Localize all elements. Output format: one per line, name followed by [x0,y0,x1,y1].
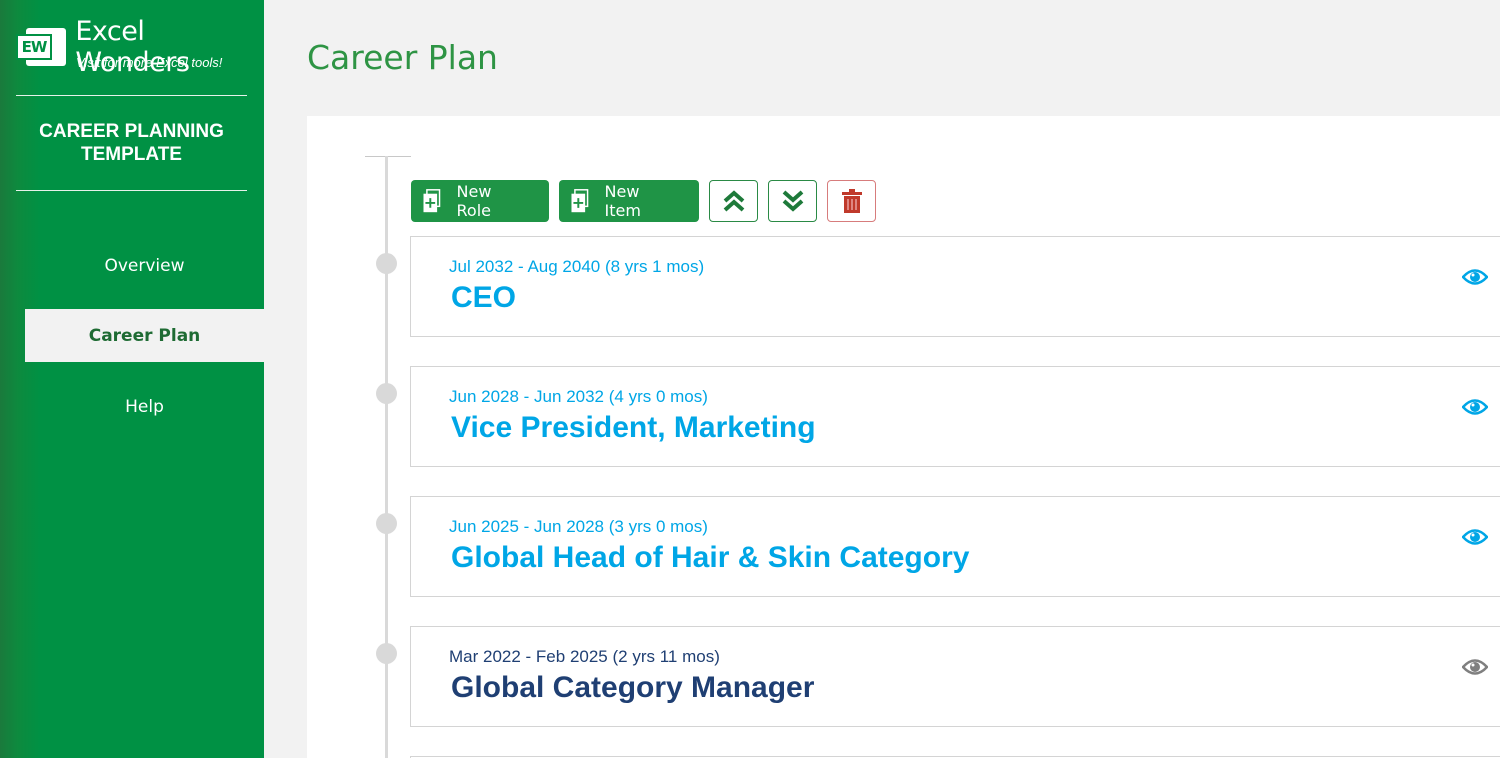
visibility-eye-icon[interactable] [1462,658,1488,676]
role-dates: Jun 2025 - Jun 2028 (3 yrs 0 mos) [449,517,708,536]
double-chevron-down-icon [782,190,803,212]
role-dates: Mar 2022 - Feb 2025 (2 yrs 11 mos) [449,647,720,666]
role-card[interactable]: Jun 2028 - Jun 2032 (4 yrs 0 mos) Vice P… [410,366,1500,467]
nav-item-help[interactable]: Help [25,380,264,433]
move-down-button[interactable] [768,180,817,222]
timeline-cap [365,156,411,157]
role-card[interactable]: Mar 2022 - Feb 2025 (2 yrs 11 mos) Globa… [410,626,1500,727]
visibility-eye-icon[interactable] [1462,528,1488,546]
page-title: Career Plan [307,38,498,77]
brand-tagline[interactable]: Visit for more Excel tools! [76,55,222,70]
new-role-label: New Role [456,182,492,220]
move-up-button[interactable] [709,180,758,222]
timeline-dot [376,253,397,274]
role-card[interactable]: Jul 2032 - Aug 2040 (8 yrs 1 mos) CEO [410,236,1500,337]
delete-button[interactable] [827,180,876,222]
timeline-dot [376,383,397,404]
new-role-button[interactable]: New Role [411,180,549,222]
new-document-icon [571,189,589,213]
trash-icon [841,189,862,213]
role-card[interactable]: Jun 2025 - Jun 2028 (3 yrs 0 mos) Global… [410,496,1500,597]
sidebar-divider [16,190,247,191]
double-chevron-up-icon [723,190,744,212]
timeline-dot [376,643,397,664]
role-title: Global Category Manager [451,671,815,704]
excel-wonders-logo-icon: EW [16,28,66,66]
nav-item-overview[interactable]: Overview [25,239,264,292]
career-plan-panel: New Role New Item Jul 2032 - Aug 2040 (8… [307,116,1500,758]
visibility-eye-icon[interactable] [1462,398,1488,416]
new-document-icon [423,189,441,213]
sidebar-divider [16,95,247,96]
role-title: Vice President, Marketing [451,411,816,444]
role-dates: Jun 2028 - Jun 2032 (4 yrs 0 mos) [449,387,708,406]
app-title: CAREER PLANNING TEMPLATE [39,121,224,165]
role-dates: Jul 2032 - Aug 2040 (8 yrs 1 mos) [449,257,705,276]
new-item-label: New Item [604,182,641,220]
visibility-eye-icon[interactable] [1462,268,1488,286]
role-title: Global Head of Hair & Skin Category [451,541,970,574]
timeline-line [385,156,388,758]
role-title: CEO [451,281,517,314]
new-item-button[interactable]: New Item [559,180,699,222]
nav-item-career-plan[interactable]: Career Plan [25,309,264,362]
timeline-dot [376,513,397,534]
toolbar: New Role New Item [411,180,876,222]
sidebar: EW Excel Wonders Visit for more Excel to… [0,0,264,758]
